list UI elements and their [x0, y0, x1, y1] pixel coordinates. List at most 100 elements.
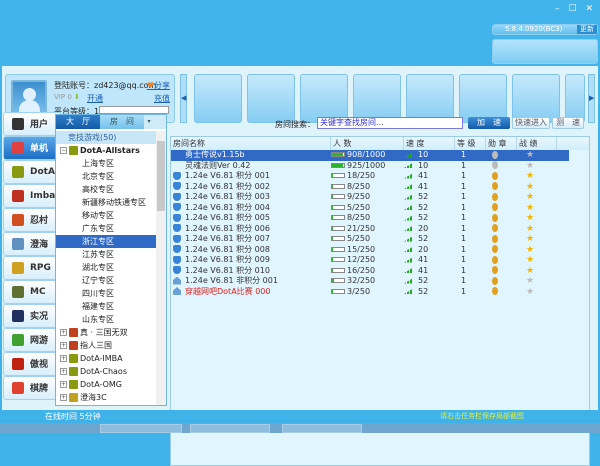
- sidebar-item[interactable]: 网游: [3, 328, 61, 352]
- speed-cell: 52: [404, 234, 455, 245]
- table-row[interactable]: 1.24e V6.81 积分 007 5/250 52 1 ★: [171, 234, 589, 245]
- level-cell: 1: [461, 160, 467, 170]
- medal-icon: [492, 203, 498, 211]
- sidebar-item[interactable]: Imba: [3, 184, 61, 208]
- speed-value: 52: [418, 234, 429, 243]
- update-button[interactable]: 更新: [577, 25, 597, 34]
- expand-icon[interactable]: +: [60, 329, 67, 336]
- tree-node-game[interactable]: + DotA-IMBA: [56, 352, 157, 365]
- open-vip-link[interactable]: 开通: [87, 93, 103, 104]
- sidebar-item[interactable]: 用户: [3, 112, 61, 136]
- speed-cell: 52: [404, 276, 455, 287]
- category-icon: [12, 189, 24, 202]
- col-medal[interactable]: 勋 章: [486, 137, 517, 150]
- accelerate-button[interactable]: 加 速: [468, 117, 510, 129]
- tree-node-zone[interactable]: 广东专区: [56, 222, 157, 235]
- expand-icon[interactable]: +: [60, 355, 67, 362]
- recharge-link[interactable]: 充值: [154, 93, 170, 104]
- players-count: 8/250: [347, 213, 371, 222]
- table-row[interactable]: 1.24e V6.81 积分 008 15/250 20 1 ★: [171, 245, 589, 256]
- category-icon: [12, 285, 24, 298]
- table-row[interactable]: 1.24e V6.81 积分 002 8/250 41 1 ★: [171, 182, 589, 193]
- sidebar-item[interactable]: MC: [3, 280, 61, 304]
- tree-node-zone[interactable]: 新疆移动铁通专区: [56, 196, 157, 209]
- sidebar-item[interactable]: 澄海: [3, 232, 61, 256]
- tree-node-game[interactable]: + DotA-Chaos: [56, 365, 157, 378]
- sidebar-item[interactable]: DotA: [3, 160, 61, 184]
- sidebar-item[interactable]: 傲视: [3, 352, 61, 376]
- room-search-input[interactable]: 关键字查找房间...: [317, 117, 463, 129]
- record-cell: ★: [517, 213, 557, 224]
- tree-node-zone[interactable]: 浙江专区: [56, 235, 157, 248]
- speed-test-button[interactable]: 测 速: [552, 117, 584, 129]
- table-row[interactable]: 1.24e V6.81 积分 003 9/250 52 1 ★: [171, 192, 589, 203]
- share-link[interactable]: ♥分享: [147, 80, 170, 91]
- expand-icon[interactable]: +: [60, 368, 67, 375]
- tree-node-zone[interactable]: 高校专区: [56, 183, 157, 196]
- taskbar-button[interactable]: [100, 424, 182, 433]
- speed-cell: 10: [404, 161, 455, 172]
- speed-cell: 41: [404, 171, 455, 182]
- scrollbar-thumb[interactable]: [157, 141, 165, 211]
- room-name: 勇士传说v1.15b: [185, 150, 245, 159]
- tree-header[interactable]: 竞技游戏(50): [56, 131, 157, 144]
- expand-icon[interactable]: +: [60, 342, 67, 349]
- table-row[interactable]: 1.24e V6.81 积分 006 21/250 20 1 ★: [171, 224, 589, 235]
- sidebar-item[interactable]: RPG: [3, 256, 61, 280]
- tree-node-zone[interactable]: 山东专区: [56, 313, 157, 326]
- col-players[interactable]: 人 数: [331, 137, 404, 150]
- tree-node-zone[interactable]: 上海专区: [56, 157, 157, 170]
- expand-icon[interactable]: +: [60, 394, 67, 401]
- room-name: 1.24e V6.81 积分 004: [185, 202, 270, 212]
- room-name: 1.24e V6.81 积分 009: [185, 255, 270, 264]
- table-row[interactable]: 灵魂法则Ver 0.42 925/1000 10 1 ★: [171, 161, 589, 172]
- expand-icon[interactable]: +: [60, 381, 67, 388]
- star-icon: ★: [526, 244, 535, 255]
- account-label: 登陆账号：: [54, 81, 94, 90]
- tree-node-zone[interactable]: 四川专区: [56, 287, 157, 300]
- speed-cell: 41: [404, 266, 455, 277]
- tree-node-zone[interactable]: 北京专区: [56, 170, 157, 183]
- table-row[interactable]: 1.24e V6.81 非积分 001 32/250 52 1 ★: [171, 276, 589, 287]
- tree-node-game[interactable]: + 澄海3C: [56, 391, 157, 404]
- table-row[interactable]: 勇士传说v1.15b 908/1000 10 1 ★: [171, 150, 569, 161]
- tree-node-root[interactable]: − DotA-Allstars: [56, 144, 157, 157]
- sidebar-item[interactable]: 实况: [3, 304, 61, 328]
- tab-room[interactable]: 房 间: [100, 115, 144, 129]
- tree-node-zone[interactable]: 辽宁专区: [56, 274, 157, 287]
- sidebar-item-label: DotA: [30, 166, 55, 177]
- tab-dropdown[interactable]: ▾: [144, 115, 154, 129]
- tree-node-game[interactable]: + DotA-OMG: [56, 378, 157, 391]
- window-controls[interactable]: – ☐ ✕: [555, 4, 596, 14]
- table-row[interactable]: 1.24e V6.81 积分 001 18/250 41 1 ★: [171, 171, 589, 182]
- tree-node-game[interactable]: + 真 · 三国无双: [56, 326, 157, 339]
- table-row[interactable]: 1.24e V6.81 积分 010 16/250 41 1 ★: [171, 266, 589, 277]
- tree-node-zone[interactable]: 湖北专区: [56, 261, 157, 274]
- taskbar-button[interactable]: [190, 424, 270, 433]
- taskbar-button[interactable]: [282, 424, 362, 433]
- col-level[interactable]: 等 级: [455, 137, 486, 150]
- game-icon: [69, 328, 78, 337]
- tab-lobby[interactable]: 大 厅: [56, 115, 100, 129]
- sidebar-item[interactable]: 忍村: [3, 208, 61, 232]
- players-cell: 3/250: [331, 287, 404, 298]
- tree-node-zone[interactable]: 江苏专区: [56, 248, 157, 261]
- lobby-tree-panel: 大 厅 房 间 ▾ 竞技游戏(50) − DotA-Allstars 上海专区 北京专区…: [55, 114, 167, 406]
- quick-enter-button[interactable]: 快速进入: [512, 117, 550, 129]
- col-record[interactable]: 战 绩: [517, 137, 557, 150]
- tree-node-game[interactable]: + 指人三国: [56, 339, 157, 352]
- table-row[interactable]: 1.24e V6.81 积分 009 12/250 41 1 ★: [171, 255, 589, 266]
- avatar[interactable]: [11, 80, 47, 116]
- table-row[interactable]: 1.24e V6.81 积分 005 8/250 52 1 ★: [171, 213, 589, 224]
- col-speed[interactable]: 速 度: [404, 137, 455, 150]
- table-row[interactable]: 穿越网吧DotA比赛 000 3/250 52 1 ★: [171, 287, 589, 298]
- house-icon: [173, 276, 181, 285]
- col-room-name[interactable]: 房间名称: [171, 137, 331, 150]
- sidebar-item[interactable]: 棋牌: [3, 376, 61, 400]
- banner-button[interactable]: [492, 39, 598, 64]
- sidebar-item[interactable]: 单机: [3, 136, 61, 160]
- collapse-icon[interactable]: −: [60, 147, 67, 154]
- tree-node-zone[interactable]: 福建专区: [56, 300, 157, 313]
- tree-node-zone[interactable]: 移动专区: [56, 209, 157, 222]
- table-row[interactable]: 1.24e V6.81 积分 004 5/250 52 1 ★: [171, 203, 589, 214]
